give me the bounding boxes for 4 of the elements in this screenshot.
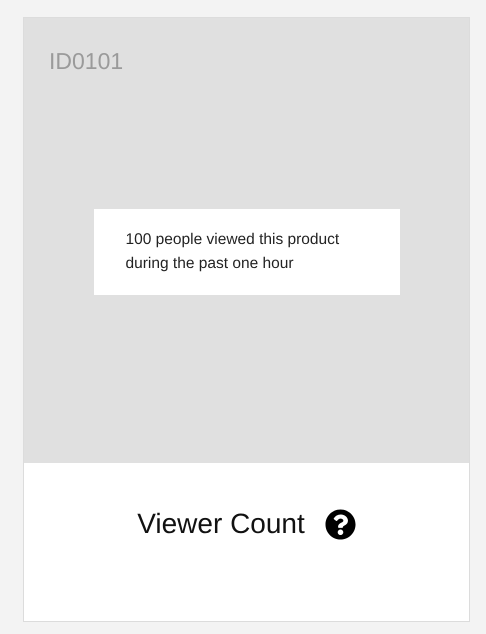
card-title: Viewer Count bbox=[137, 507, 305, 541]
id-label: ID0101 bbox=[49, 47, 124, 76]
help-icon[interactable] bbox=[324, 509, 356, 540]
viewer-message: 100 people viewed this product during the past one hour bbox=[94, 208, 400, 294]
